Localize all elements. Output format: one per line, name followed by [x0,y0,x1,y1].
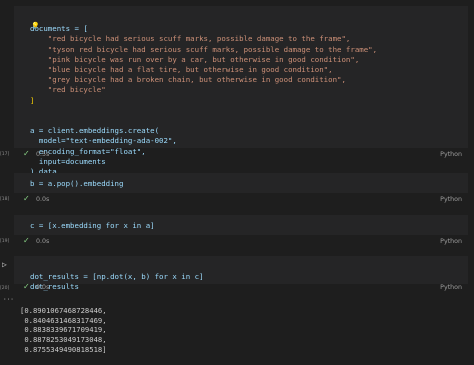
code-cell-3[interactable]: c = [x.embedding for x in a] [14,215,468,235]
check-icon: ✓ [23,194,30,203]
cell-3-code[interactable]: c = [x.embedding for x in a] [30,221,458,231]
language-indicator[interactable]: Python [440,284,462,291]
code-line: c = [x.embedding for x in a] [30,221,155,230]
code-line: model="text-embedding-ada-002", [30,136,177,146]
execution-count: [19] [0,239,10,244]
cell-1-status: ✓ 0.5s Python [14,149,468,162]
execution-count: [18] [0,197,10,202]
code-cell-4[interactable]: dot_results = [np.dot(x, b) for x in c] … [14,256,468,291]
run-icon[interactable]: ▷ [2,260,7,269]
cell-output: [0.8901067468728446, 0.8404631468317469,… [14,294,468,354]
output-line: 0.8838339671709419, [20,325,107,335]
code-line: b = a.pop().embedding [30,179,124,188]
code-line: dot_results = [np.dot(x, b) for x in c] [30,272,204,282]
language-indicator[interactable]: Python [440,151,462,158]
cell-3-status: ✓ 0.0s Python [14,236,468,249]
execution-time: 0.0s [36,238,50,245]
output-line: [0.8901067468728446, [20,305,107,315]
execution-time: 0.0s [36,284,50,291]
code-line: "red bicycle" [30,85,106,95]
code-line: "grey bicycle had a broken chain, but ot… [30,75,346,85]
language-indicator[interactable]: Python [440,196,462,203]
cell-2-status: ✓ 0.0s Python [14,194,468,207]
code-line: a = client.embeddings.create( [30,126,160,136]
output-line: 0.8878253049173048, [20,335,107,345]
code-cell-2[interactable]: b = a.pop().embedding [14,173,468,193]
execution-count: [17] [0,152,10,157]
code-cell-1[interactable]: documents = [ "red bicycle had serious s… [14,6,468,176]
editor-gutter [0,0,14,347]
code-line: "tyson red bicycle had serious scuff mar… [30,44,378,54]
ellipsis-icon[interactable]: ··· [3,296,14,303]
code-line: ] [30,95,35,105]
execution-count: [20] [0,286,10,291]
execution-time: 0.5s [36,151,50,158]
check-icon: ✓ [23,236,30,245]
cell-2-code[interactable]: b = a.pop().embedding [30,179,458,189]
execution-time: 0.0s [36,196,50,203]
code-line: "blue bicycle had a flat tire, but other… [30,65,333,75]
language-indicator[interactable]: Python [440,238,462,245]
code-line: "red bicycle had serious scuff marks, po… [30,34,351,44]
output-line: 0.8755349490818518] [20,344,107,354]
output-line: 0.8404631468317469, [20,315,107,325]
lightbulb-icon[interactable]: 💡 [31,22,40,30]
code-line: "pink bicycle was run over by a car, but… [30,54,360,64]
check-icon: ✓ [23,282,30,291]
check-icon: ✓ [23,149,30,158]
